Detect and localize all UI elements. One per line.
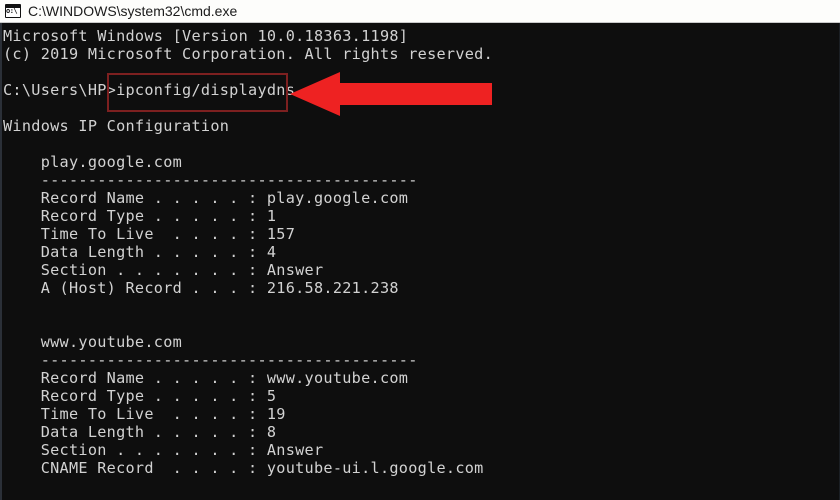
terminal-line: ---------------------------------------- [3,351,418,369]
terminal-line: Time To Live . . . . : 157 [3,225,296,243]
console-output-area[interactable]: Microsoft Windows [Version 10.0.18363.11… [0,23,840,500]
terminal-line: Record Name . . . . . : play.google.com [3,189,409,207]
terminal-line: CNAME Record . . . . : youtube-ui.l.goog… [3,459,484,477]
terminal-line: Record Type . . . . . : 5 [3,387,277,405]
terminal-line: ---------------------------------------- [3,171,418,189]
terminal-line: Windows IP Configuration [3,117,230,135]
terminal-line: Section . . . . . . . : Answer [3,261,324,279]
terminal-line: Section . . . . . . . : Answer [3,441,324,459]
terminal-line: Record Name . . . . . : www.youtube.com [3,369,409,387]
terminal-line: Data Length . . . . . : 4 [3,243,277,261]
terminal-line: Microsoft Windows [Version 10.0.18363.11… [3,27,409,45]
title-bar[interactable]: C:\WINDOWS\system32\cmd.exe [0,0,840,23]
terminal-line: (c) 2019 Microsoft Corporation. All righ… [3,45,494,63]
terminal-line: Data Length . . . . . : 8 [3,423,277,441]
cmd-window: C:\WINDOWS\system32\cmd.exe Microsoft Wi… [0,0,840,500]
terminal-line-command: C:\Users\HP>ipconfig/displaydns [3,81,296,99]
window-title: C:\WINDOWS\system32\cmd.exe [28,3,238,19]
terminal-line: Record Type . . . . . : 1 [3,207,277,225]
terminal-line: A (Host) Record . . . : 216.58.221.238 [3,279,399,297]
cmd-console-icon [5,4,21,18]
terminal-line: www.youtube.com [3,333,183,351]
terminal-line: play.google.com [3,153,183,171]
terminal-line: Time To Live . . . . : 19 [3,405,286,423]
console-text-block: Microsoft Windows [Version 10.0.18363.11… [3,27,839,477]
